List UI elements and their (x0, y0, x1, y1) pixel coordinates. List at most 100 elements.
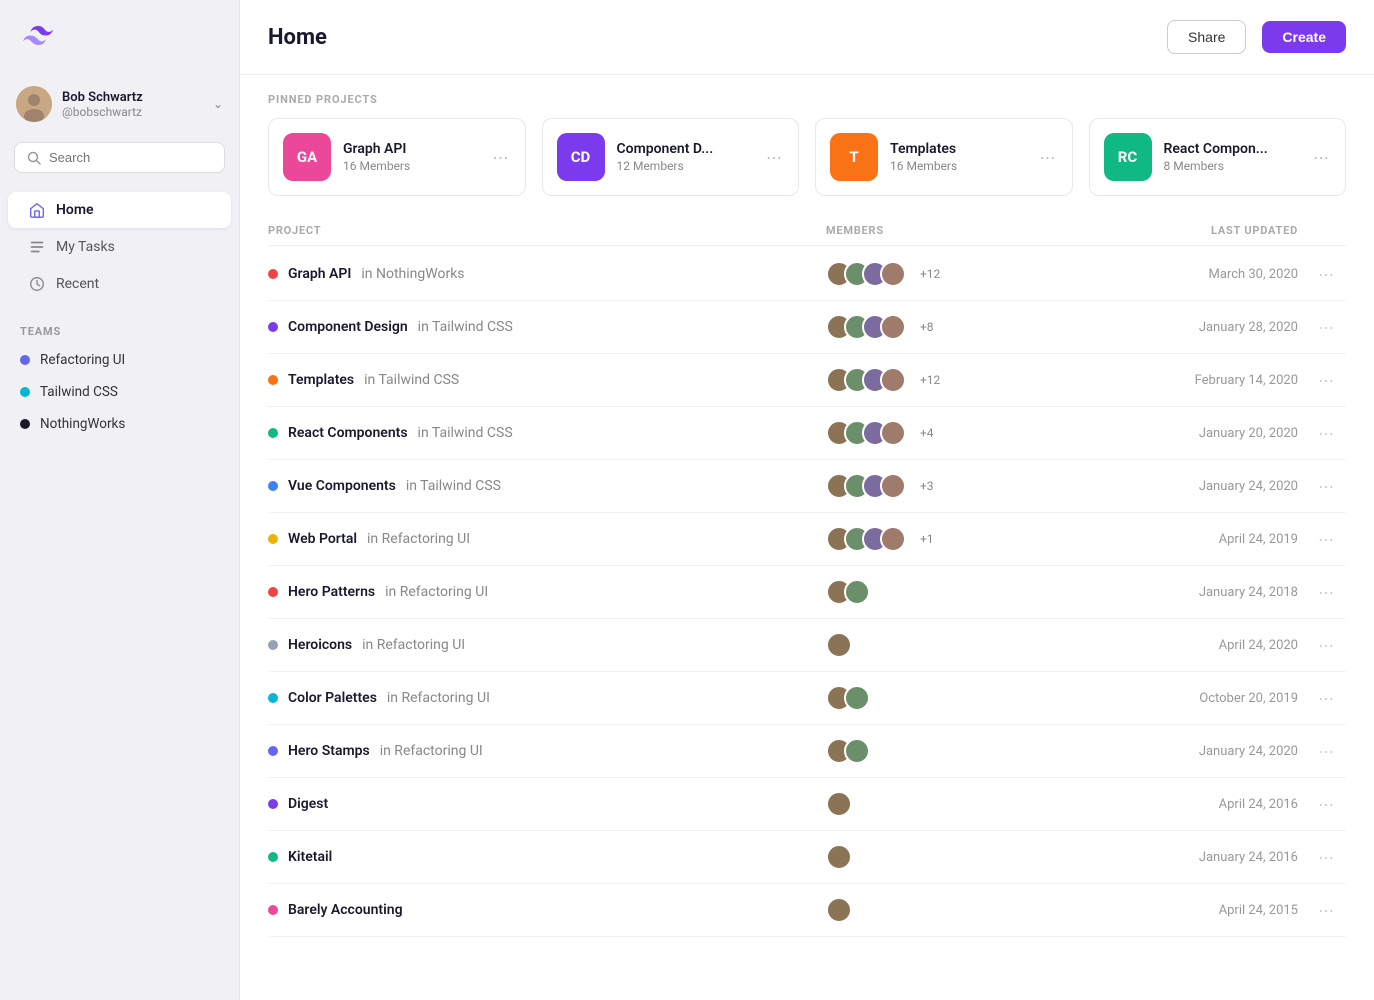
row-more-options-icon[interactable]: ⋯ (1306, 689, 1346, 708)
date-cell: January 24, 2020 (1106, 479, 1306, 494)
members-cell: +4 (826, 420, 1106, 446)
project-dot (268, 746, 278, 756)
pinned-info: Graph API 16 Members (343, 141, 479, 173)
row-more-options-icon[interactable]: ⋯ (1306, 318, 1346, 337)
avatar-stack (826, 261, 906, 287)
row-more-options-icon[interactable]: ⋯ (1306, 424, 1346, 443)
row-more-options-icon[interactable]: ⋯ (1306, 583, 1346, 602)
members-cell (826, 579, 1106, 605)
team-dot (20, 355, 30, 365)
row-more-options-icon[interactable]: ⋯ (1306, 265, 1346, 284)
sidebar-item-home[interactable]: Home (8, 192, 231, 228)
team-item-refactoring-ui[interactable]: Refactoring UI (0, 344, 239, 376)
pinned-name: Templates (890, 141, 1026, 157)
project-name: Graph API (288, 266, 351, 282)
table-row[interactable]: Hero Patterns in Refactoring UI January … (268, 566, 1346, 619)
team-dot (20, 387, 30, 397)
project-cell: React Components in Tailwind CSS (268, 425, 826, 441)
row-more-options-icon[interactable]: ⋯ (1306, 795, 1346, 814)
project-cell: Hero Patterns in Refactoring UI (268, 584, 826, 600)
row-more-options-icon[interactable]: ⋯ (1306, 371, 1346, 390)
table-row[interactable]: Component Design in Tailwind CSS +8 Janu… (268, 301, 1346, 354)
project-dot (268, 428, 278, 438)
date-cell: January 20, 2020 (1106, 426, 1306, 441)
nav-tasks-label: My Tasks (56, 239, 115, 255)
search-icon (27, 151, 41, 165)
avatar-stack (826, 738, 870, 764)
more-options-icon[interactable]: ⋯ (491, 148, 511, 167)
create-button[interactable]: Create (1262, 21, 1346, 53)
project-team: in Refactoring UI (362, 637, 465, 653)
pinned-info: React Compon... 8 Members (1164, 141, 1300, 173)
project-dot (268, 799, 278, 809)
project-dot (268, 852, 278, 862)
row-more-options-icon[interactable]: ⋯ (1306, 742, 1346, 761)
topbar: Home Share Create (240, 0, 1374, 75)
pinned-section-label: Pinned Projects (240, 75, 1374, 118)
table-row[interactable]: Graph API in NothingWorks +12 March 30, … (268, 248, 1346, 301)
project-name: Hero Patterns (288, 584, 375, 600)
members-cell: +12 (826, 261, 1106, 287)
table-row[interactable]: Color Palettes in Refactoring UI October… (268, 672, 1346, 725)
pinned-info: Templates 16 Members (890, 141, 1026, 173)
project-team: in Tailwind CSS (364, 372, 459, 388)
members-cell (826, 897, 1106, 923)
row-more-options-icon[interactable]: ⋯ (1306, 848, 1346, 867)
table-row[interactable]: Web Portal in Refactoring UI +1 April 24… (268, 513, 1346, 566)
team-item-tailwind-css[interactable]: Tailwind CSS (0, 376, 239, 408)
pinned-card-graph-api[interactable]: GA Graph API 16 Members ⋯ (268, 118, 526, 196)
table-body: Graph API in NothingWorks +12 March 30, … (268, 248, 1346, 937)
table-row[interactable]: React Components in Tailwind CSS +4 Janu… (268, 407, 1346, 460)
more-options-icon[interactable]: ⋯ (1038, 148, 1058, 167)
row-more-options-icon[interactable]: ⋯ (1306, 636, 1346, 655)
pinned-card-react-compon[interactable]: RC React Compon... 8 Members ⋯ (1089, 118, 1347, 196)
search-input[interactable] (49, 150, 212, 165)
members-count: +1 (920, 532, 934, 546)
table-row[interactable]: Templates in Tailwind CSS +12 February 1… (268, 354, 1346, 407)
pinned-card-templates[interactable]: T Templates 16 Members ⋯ (815, 118, 1073, 196)
pinned-name: Graph API (343, 141, 479, 157)
project-name: Vue Components (288, 478, 396, 494)
col-header-last-updated: Last Updated (1106, 224, 1306, 237)
project-dot (268, 481, 278, 491)
more-options-icon[interactable]: ⋯ (1311, 148, 1331, 167)
user-info: Bob Schwartz @bobschwartz (62, 90, 203, 119)
pinned-card-component-d[interactable]: CD Component D... 12 Members ⋯ (542, 118, 800, 196)
user-profile[interactable]: Bob Schwartz @bobschwartz ⌄ (0, 76, 239, 132)
row-more-options-icon[interactable]: ⋯ (1306, 901, 1346, 920)
avatar-stack (826, 685, 870, 711)
table-row[interactable]: Hero Stamps in Refactoring UI January 24… (268, 725, 1346, 778)
avatar-stack (826, 844, 852, 870)
project-dot (268, 640, 278, 650)
search-input-wrap[interactable] (14, 142, 225, 173)
table-row[interactable]: Barely Accounting April 24, 2015 ⋯ (268, 884, 1346, 937)
team-item-nothingworks[interactable]: NothingWorks (0, 408, 239, 440)
date-cell: April 24, 2020 (1106, 638, 1306, 653)
more-options-icon[interactable]: ⋯ (764, 148, 784, 167)
avatar-stack (826, 420, 906, 446)
table-row[interactable]: Digest April 24, 2016 ⋯ (268, 778, 1346, 831)
members-count: +3 (920, 479, 934, 493)
avatar-mini (880, 314, 906, 340)
user-name: Bob Schwartz (62, 90, 203, 105)
members-cell: +1 (826, 526, 1106, 552)
share-button[interactable]: Share (1167, 20, 1246, 54)
members-count: +12 (920, 373, 940, 387)
table-row[interactable]: Heroicons in Refactoring UI April 24, 20… (268, 619, 1346, 672)
sidebar: Bob Schwartz @bobschwartz ⌄ Home (0, 0, 240, 1000)
project-name: Color Palettes (288, 690, 377, 706)
table-row[interactable]: Kitetail January 24, 2016 ⋯ (268, 831, 1346, 884)
user-handle: @bobschwartz (62, 105, 203, 119)
col-header-members: Members (826, 224, 1106, 237)
avatar-stack (826, 526, 906, 552)
table-row[interactable]: Vue Components in Tailwind CSS +3 Januar… (268, 460, 1346, 513)
row-more-options-icon[interactable]: ⋯ (1306, 530, 1346, 549)
pinned-avatar: T (830, 133, 878, 181)
row-more-options-icon[interactable]: ⋯ (1306, 477, 1346, 496)
date-cell: January 24, 2020 (1106, 744, 1306, 759)
project-cell: Hero Stamps in Refactoring UI (268, 743, 826, 759)
date-cell: January 28, 2020 (1106, 320, 1306, 335)
project-name: Kitetail (288, 849, 332, 865)
sidebar-item-recent[interactable]: Recent (8, 266, 231, 302)
sidebar-item-my-tasks[interactable]: My Tasks (8, 229, 231, 265)
